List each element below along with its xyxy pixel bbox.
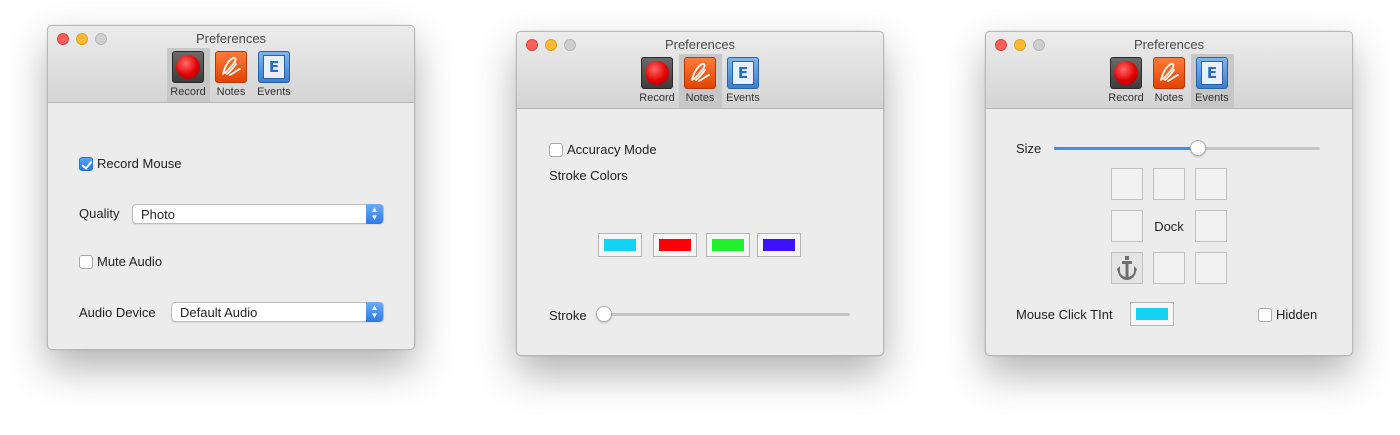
color-fill	[604, 239, 636, 251]
notes-icon	[1153, 57, 1185, 89]
events-icon: E	[258, 51, 290, 83]
quality-label: Quality	[79, 206, 120, 221]
preferences-window-notes: Preferences Record Notes E Events Accura…	[516, 31, 884, 356]
mute-audio-checkbox[interactable]	[79, 255, 93, 269]
stroke-color-swatch-1[interactable]	[598, 233, 642, 257]
tab-notes[interactable]: Notes	[678, 54, 722, 108]
color-fill	[763, 239, 795, 251]
tab-label: Events	[257, 86, 291, 98]
color-fill	[659, 239, 691, 251]
audio-device-popup[interactable]: Default Audio ▲ ▼	[171, 302, 384, 322]
dock-position-bottom-right[interactable]	[1195, 252, 1227, 284]
preferences-toolbar: Record Notes E Events	[517, 54, 883, 108]
tab-label: Record	[639, 92, 675, 104]
events-icon: E	[727, 57, 759, 89]
stroke-label: Stroke	[549, 308, 587, 323]
size-label: Size	[1016, 141, 1042, 156]
dock-position-top-left[interactable]	[1111, 168, 1143, 200]
dock-position-middle-right[interactable]	[1195, 210, 1227, 242]
mouse-click-tint-swatch[interactable]	[1130, 302, 1174, 326]
tab-label: Events	[726, 92, 760, 104]
title-bar: Preferences Record Notes E Events	[48, 26, 414, 103]
mouse-click-tint-label: Mouse Click TInt	[1016, 307, 1113, 322]
tab-events[interactable]: E Events	[253, 48, 296, 102]
record-icon	[1110, 57, 1142, 89]
notes-icon	[684, 57, 716, 89]
preferences-toolbar: Record Notes E Events	[986, 54, 1352, 108]
dock-position-top-center[interactable]	[1153, 168, 1185, 200]
size-slider-fill	[1054, 147, 1201, 150]
notes-icon	[215, 51, 247, 83]
stroke-slider-track[interactable]	[603, 313, 850, 316]
stroke-color-swatch-2[interactable]	[653, 233, 697, 257]
stroke-colors-label: Stroke Colors	[549, 168, 628, 183]
tab-record[interactable]: Record	[636, 54, 679, 108]
record-mouse-checkbox[interactable]	[79, 157, 93, 171]
updown-arrows-icon: ▲ ▼	[366, 302, 383, 322]
title-bar: Preferences Record Notes E Events	[517, 32, 883, 109]
color-fill	[712, 239, 744, 251]
preferences-window-record: Preferences Record Notes E Events Record…	[47, 25, 415, 350]
record-icon	[172, 51, 204, 83]
hidden-checkbox[interactable]	[1258, 308, 1272, 322]
window-title: Preferences	[1133, 37, 1205, 52]
stroke-slider-knob[interactable]	[596, 306, 612, 322]
accuracy-mode-checkbox[interactable]	[549, 143, 563, 157]
tab-label: Events	[1195, 92, 1229, 104]
hidden-label: Hidden	[1276, 307, 1318, 322]
tab-label: Notes	[685, 92, 715, 104]
events-icon: E	[1196, 57, 1228, 89]
window-title: Preferences	[664, 37, 736, 52]
tab-events[interactable]: E Events	[1190, 54, 1234, 108]
quality-value: Photo	[141, 207, 175, 222]
tab-events[interactable]: E Events	[722, 54, 765, 108]
dock-label: Dock	[1154, 219, 1184, 234]
dock-position-bottom-left[interactable]	[1111, 252, 1143, 284]
record-mouse-label: Record Mouse	[97, 156, 182, 171]
tab-label: Record	[170, 86, 206, 98]
tab-notes[interactable]: Notes	[210, 48, 253, 102]
tab-label: Notes	[216, 86, 246, 98]
stroke-color-swatch-3[interactable]	[706, 233, 750, 257]
preferences-toolbar: Record Notes E Events	[48, 48, 414, 102]
color-fill	[1136, 308, 1168, 320]
audio-device-value: Default Audio	[180, 305, 258, 320]
tab-label: Record	[1108, 92, 1144, 104]
size-slider-track[interactable]	[1054, 147, 1320, 150]
preferences-window-events: Preferences Record Notes E Events Size D…	[985, 31, 1353, 356]
updown-arrows-icon: ▲ ▼	[366, 204, 383, 224]
mute-audio-label: Mute Audio	[97, 254, 163, 269]
tab-record[interactable]: Record	[1105, 54, 1148, 108]
accuracy-mode-label: Accuracy Mode	[567, 142, 657, 157]
stroke-color-swatch-4[interactable]	[757, 233, 801, 257]
title-bar: Preferences Record Notes E Events	[986, 32, 1352, 109]
window-title: Preferences	[195, 31, 267, 46]
quality-popup[interactable]: Photo ▲ ▼	[132, 204, 384, 224]
tab-notes[interactable]: Notes	[1148, 54, 1191, 108]
dock-position-top-right[interactable]	[1195, 168, 1227, 200]
dock-position-middle-left[interactable]	[1111, 210, 1143, 242]
dock-position-bottom-center[interactable]	[1153, 252, 1185, 284]
record-icon	[641, 57, 673, 89]
size-slider-knob[interactable]	[1190, 140, 1206, 156]
audio-device-label: Audio Device	[79, 305, 156, 320]
anchor-icon	[1117, 256, 1137, 280]
tab-record[interactable]: Record	[166, 48, 210, 102]
tab-label: Notes	[1154, 92, 1184, 104]
